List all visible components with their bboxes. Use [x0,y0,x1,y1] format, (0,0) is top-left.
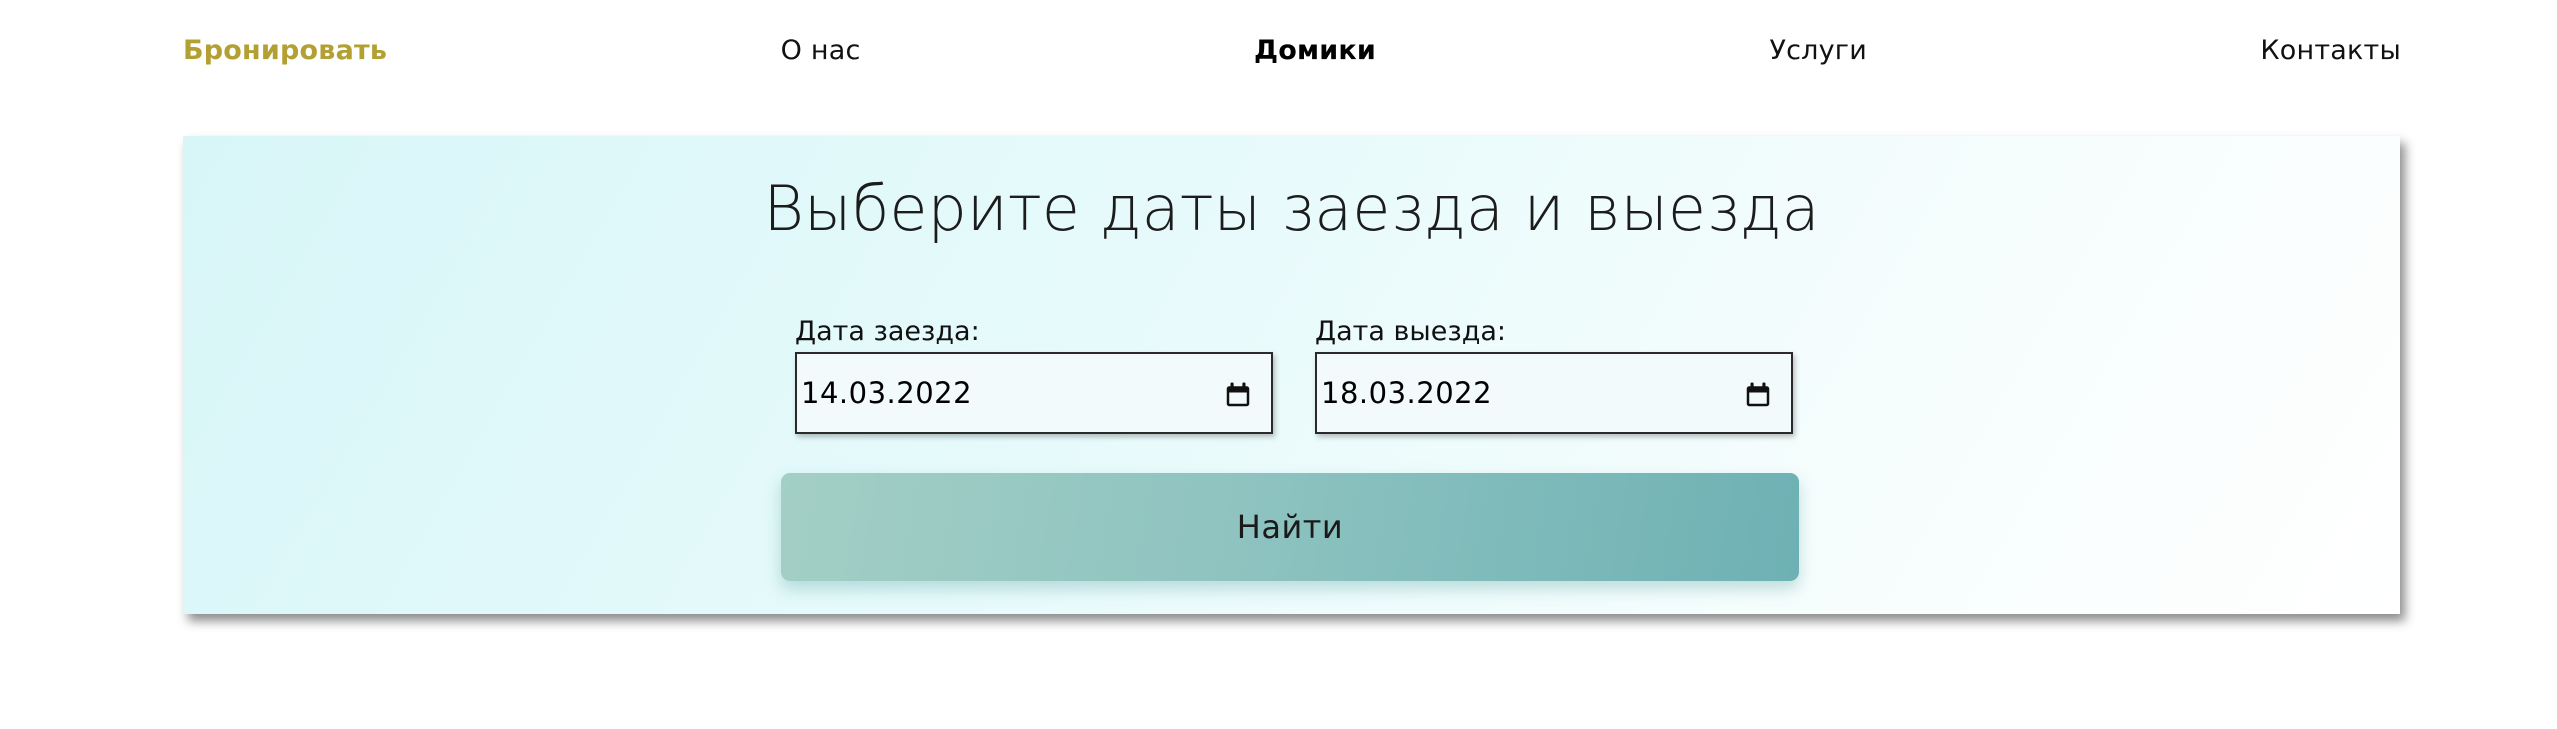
nav-about-link[interactable]: О нас [781,35,861,66]
booking-panel: Выберите даты заезда и выезда Дата заезд… [183,136,2400,614]
nav-services-link[interactable]: Услуги [1769,35,1866,66]
calendar-icon[interactable] [1223,380,1253,410]
nav-contacts-link[interactable]: Контакты [2260,35,2401,66]
checkout-date-input[interactable]: 18.03.2022 [1315,352,1793,434]
nav-houses-link[interactable]: Домики [1254,35,1376,66]
page: Бронировать О нас Домики Услуги Контакты… [0,0,2557,729]
checkin-date-value: 14.03.2022 [801,376,973,410]
checkout-date-value: 18.03.2022 [1321,376,1493,410]
booking-title: Выберите даты заезда и выезда [763,172,1820,245]
nav-book-link[interactable]: Бронировать [183,35,387,66]
search-button[interactable]: Найти [781,473,1799,581]
calendar-icon[interactable] [1743,380,1773,410]
search-button-label: Найти [1236,508,1344,546]
checkin-date-input[interactable]: 14.03.2022 [795,352,1273,434]
checkin-label: Дата заезда: [795,316,980,347]
top-navigation: Бронировать О нас Домики Услуги Контакты [183,30,2401,70]
checkout-label: Дата выезда: [1315,316,1507,347]
